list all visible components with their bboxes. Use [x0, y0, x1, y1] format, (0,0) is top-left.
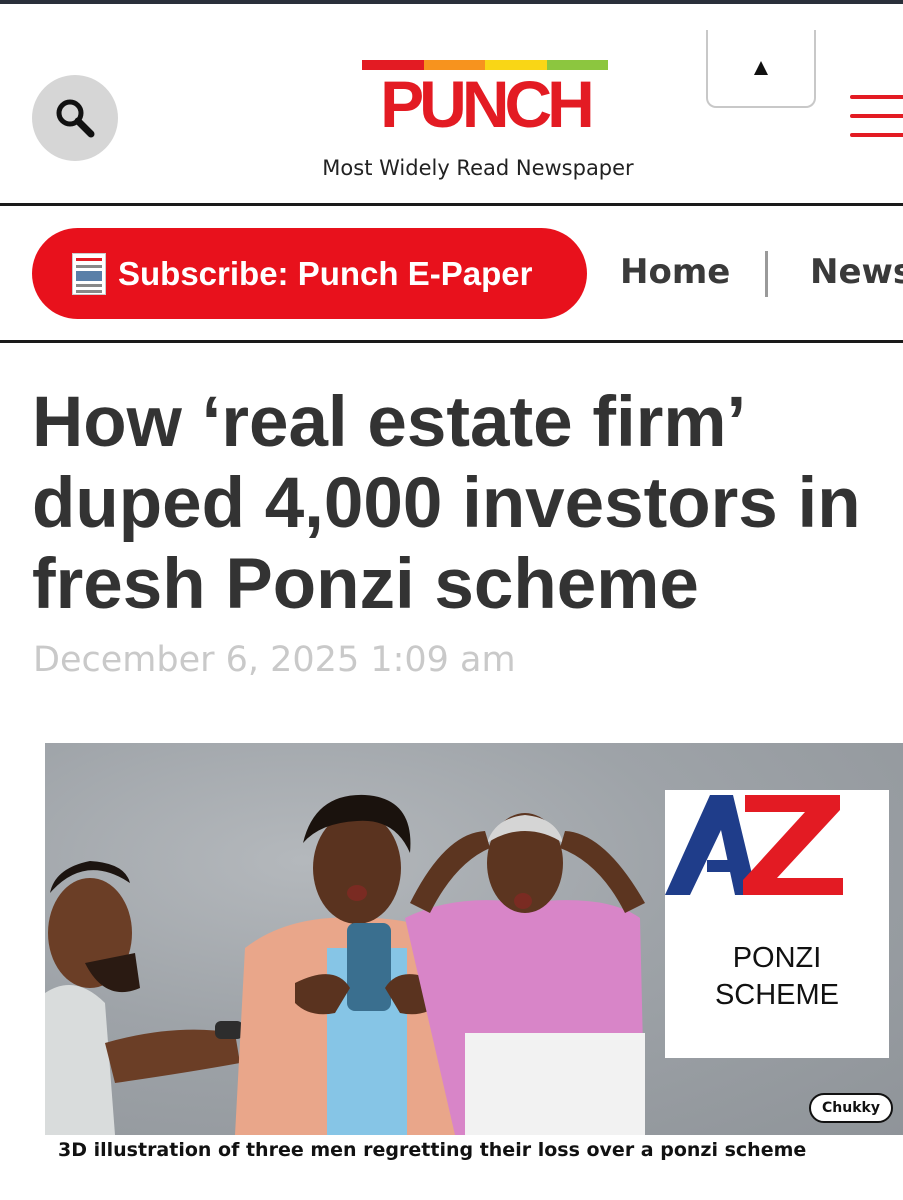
hamburger-line: [850, 133, 903, 137]
punch-logo[interactable]: PUNCH: [360, 60, 610, 141]
article-date: December 6, 2025 1:09 am: [33, 640, 516, 680]
logo-wordmark: PUNCH: [380, 67, 595, 141]
image-caption: 3D illustration of three men regretting …: [58, 1139, 807, 1161]
az-logo-graphic: [665, 795, 843, 895]
subscribe-label: Subscribe: Punch E-Paper: [118, 254, 533, 292]
search-button[interactable]: [32, 75, 118, 161]
headline-line: How ‘real estate firm’: [32, 383, 747, 462]
hamburger-line: [850, 95, 903, 99]
hamburger-menu-icon[interactable]: [850, 95, 903, 143]
epaper-thumbnail-icon: [72, 252, 106, 295]
search-icon: [56, 99, 95, 138]
nav-divider: [0, 340, 903, 343]
nav-separator: [765, 251, 768, 297]
nav-item-news[interactable]: News: [810, 252, 903, 292]
article-headline: How ‘real estate firm’ duped 4,000 inves…: [32, 382, 903, 625]
az-ponzi-card: PONZI SCHEME: [665, 790, 889, 1058]
subscribe-epaper-button[interactable]: Subscribe: Punch E-Paper: [32, 228, 587, 319]
artist-signature: Chukky: [809, 1093, 893, 1123]
az-caption-line: PONZI: [732, 942, 822, 974]
hamburger-line: [850, 114, 903, 118]
nav-item-home[interactable]: Home: [620, 252, 730, 292]
headline-line: duped 4,000 investors in: [32, 464, 861, 543]
site-tagline: Most Widely Read Newspaper: [322, 156, 634, 180]
az-card-caption: PONZI SCHEME: [665, 940, 889, 1014]
header-divider: [0, 203, 903, 206]
headline-line: fresh Ponzi scheme: [32, 545, 699, 624]
article-illustration[interactable]: PONZI SCHEME Chukky: [45, 743, 903, 1135]
top-edge-strip: [0, 0, 903, 4]
arrow-up-icon: ▲: [749, 54, 773, 81]
az-caption-line: SCHEME: [714, 979, 840, 1011]
scroll-to-top-button[interactable]: ▲: [706, 30, 816, 108]
